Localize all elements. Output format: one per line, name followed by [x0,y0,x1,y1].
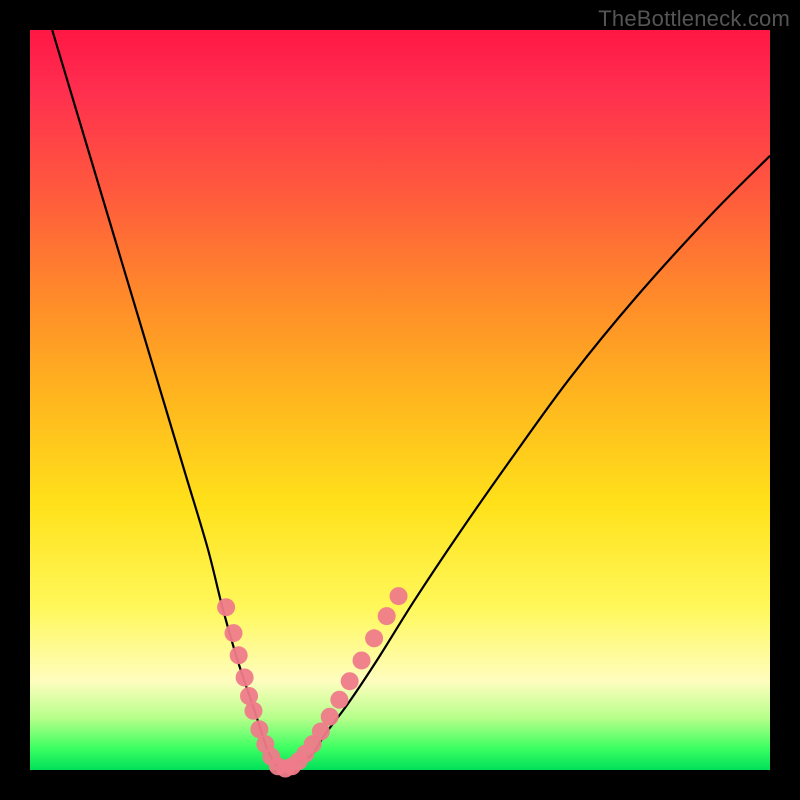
highlight-dot [390,587,408,605]
watermark-text: TheBottleneck.com [598,6,790,32]
plot-area [30,30,770,770]
highlight-dot [244,702,262,720]
highlight-dot [341,672,359,690]
highlight-dot [236,669,254,687]
curve-layer [30,30,770,770]
highlight-dot [330,691,348,709]
highlight-dot [321,708,339,726]
highlight-dot [365,629,383,647]
highlight-dot [230,646,248,664]
highlight-dot [353,651,371,669]
chart-frame: TheBottleneck.com [0,0,800,800]
bottleneck-curve [52,30,770,771]
highlight-dot [378,607,396,625]
highlight-dot [217,598,235,616]
highlight-dot [225,624,243,642]
bottleneck-curve-path [52,30,770,771]
highlight-dots [217,587,407,777]
